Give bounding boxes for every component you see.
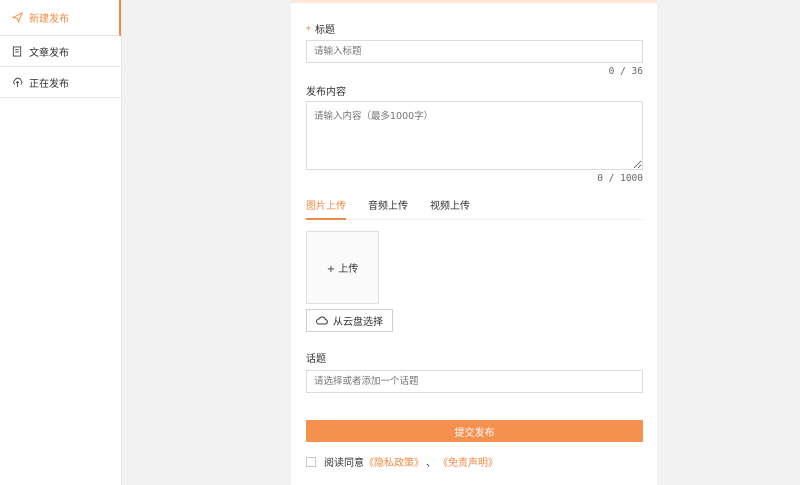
sidebar-item-article-post[interactable]: 文章发布 [0,36,121,67]
tab-image-upload[interactable]: 图片上传 [306,193,346,220]
tab-audio-upload[interactable]: 音频上传 [368,193,408,220]
document-icon [11,45,23,57]
link-separator: 、 [426,458,436,469]
sidebar-item-new-post[interactable]: 新建发布 [0,0,121,36]
required-mark: * [306,25,311,36]
agreement-row: 阅读同意 《隐私政策》 、 《免责声明》 [306,454,498,469]
sidebar: 新建发布 文章发布 正在发布 [0,0,122,485]
tab-video-upload[interactable]: 视频上传 [430,193,470,220]
publish-form: *标题 0 / 36 发布内容 0 / 1000 图片上传 音频上传 视频上传 … [291,0,657,485]
cloud-icon [316,316,328,325]
upload-icon [11,76,23,88]
content-textarea[interactable] [306,101,643,170]
content-counter: 0 / 1000 [597,173,643,184]
title-label: * 标题 [306,25,335,36]
title-input[interactable] [306,40,643,63]
upload-tabs: 图片上传 音频上传 视频上传 [306,193,643,220]
disclaimer-link[interactable]: 《免责声明》 [438,454,498,469]
privacy-policy-link[interactable]: 《隐私政策》 [364,454,424,469]
topic-input[interactable] [306,370,643,393]
content-label: 发布内容 [306,87,346,98]
upload-button[interactable]: + 上传 [306,231,379,304]
agree-checkbox[interactable] [306,456,316,467]
sidebar-item-publishing[interactable]: 正在发布 [0,67,121,98]
submit-button[interactable]: 提交发布 [306,420,643,442]
topic-label: 话题 [306,354,326,365]
title-counter: 0 / 36 [608,66,643,77]
cloud-button-label: 从云盘选择 [333,317,383,328]
cloud-select-button[interactable]: 从云盘选择 [306,309,393,332]
agree-text: 阅读同意 [324,458,364,469]
sidebar-item-label: 新建发布 [29,14,69,25]
send-icon [11,12,23,24]
sidebar-item-label: 文章发布 [29,47,69,59]
sidebar-item-label: 正在发布 [29,78,69,90]
